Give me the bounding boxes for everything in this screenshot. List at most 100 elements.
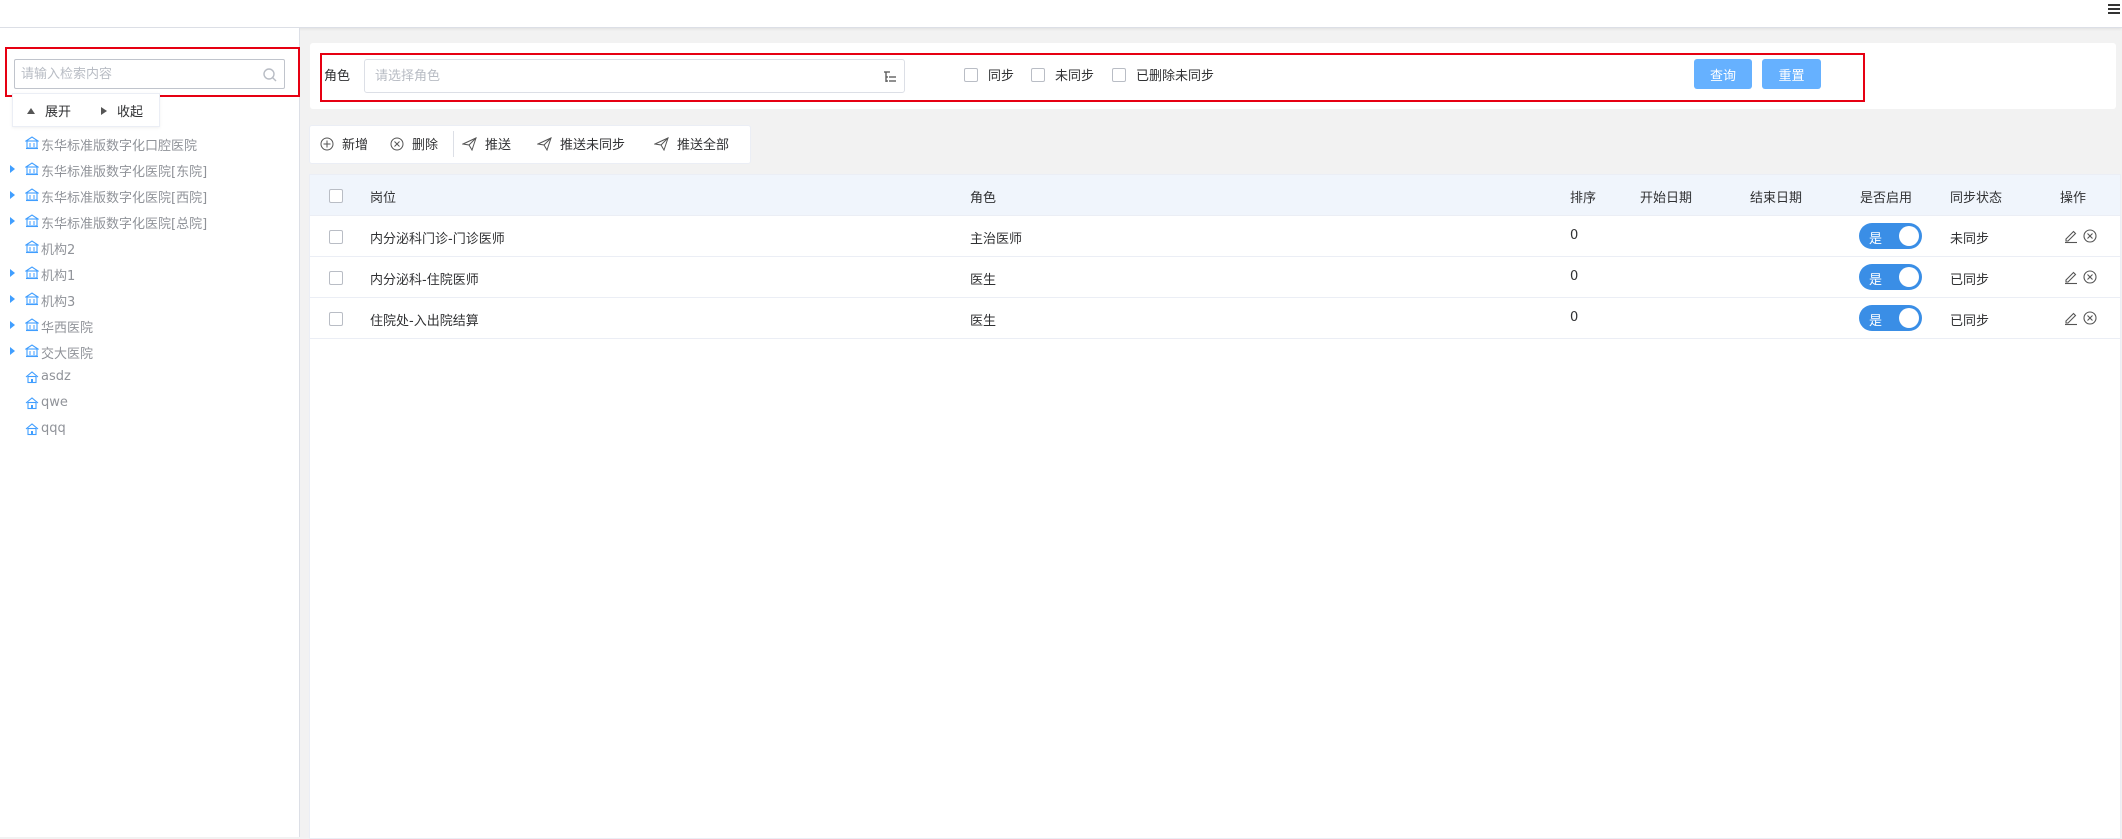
switch-knob: [1899, 308, 1919, 328]
expand-arrow-icon[interactable]: [10, 295, 15, 303]
role-select-input[interactable]: [365, 60, 865, 92]
role-cell: 主治医师: [970, 232, 1023, 247]
tree-node-label: 交大医院: [41, 347, 94, 362]
tree-node-label: asdz: [41, 369, 71, 384]
column-header-end-date: 结束日期: [1750, 191, 1803, 206]
tree-list-icon[interactable]: [882, 69, 898, 85]
tree-node[interactable]: 机构1: [0, 260, 290, 286]
role-cell: 医生: [970, 314, 997, 329]
push-button[interactable]: 推送: [462, 134, 511, 153]
expand-label: 展开: [45, 105, 72, 120]
column-header-actions: 操作: [2060, 191, 2087, 206]
table-row[interactable]: 内分泌科门诊-门诊医师 主治医师 0 是 未同步: [310, 216, 2120, 257]
order-cell: 0: [1570, 269, 1579, 284]
switch-text: 是: [1869, 314, 1883, 329]
unsynced-checkbox[interactable]: 未同步: [1031, 65, 1094, 84]
tree-node-label: qqq: [41, 421, 66, 436]
building-icon: [25, 318, 39, 332]
expand-arrow-icon[interactable]: [10, 347, 15, 355]
send-icon: [537, 136, 552, 151]
push-unsynced-label: 推送未同步: [560, 138, 626, 153]
row-checkbox[interactable]: [329, 230, 343, 244]
synced-checkbox[interactable]: 同步: [964, 65, 1014, 84]
push-all-label: 推送全部: [677, 138, 730, 153]
building-icon: [25, 188, 39, 202]
building-icon: [25, 266, 39, 280]
collapse-label: 收起: [117, 105, 144, 120]
checkbox-label: 未同步: [1055, 69, 1095, 84]
building-icon: [25, 136, 39, 150]
action-toolbar: 新增 删除 推送 推送未同步 推送全部: [309, 125, 751, 164]
sync-status-cell: 未同步: [1950, 232, 1990, 247]
add-button[interactable]: 新增: [320, 134, 368, 153]
tree-node-label: 东华标准版数字化口腔医院: [41, 139, 198, 154]
expand-arrow-icon[interactable]: [10, 191, 15, 199]
enabled-switch[interactable]: 是: [1859, 305, 1922, 331]
tree-node[interactable]: 华西医院: [0, 312, 290, 338]
table-row[interactable]: 住院处-入出院结算 医生 0 是 已同步: [310, 298, 2120, 339]
house-icon: [25, 371, 39, 384]
tree-node[interactable]: 机构3: [0, 286, 290, 312]
role-select[interactable]: [364, 59, 905, 93]
row-checkbox[interactable]: [329, 271, 343, 285]
tree-node-label: 东华标准版数字化医院[西院]: [41, 191, 208, 206]
expand-arrow-icon[interactable]: [10, 217, 15, 225]
house-icon: [25, 423, 39, 436]
push-all-button[interactable]: 推送全部: [654, 134, 729, 153]
expand-arrow-icon[interactable]: [10, 321, 15, 329]
post-table: 岗位 角色 排序 开始日期 结束日期 是否启用 同步状态 操作 内分泌科门诊-门…: [309, 174, 2121, 839]
reset-button[interactable]: 重置: [1762, 59, 1821, 89]
role-cell: 医生: [970, 273, 997, 288]
tree-node[interactable]: 东华标准版数字化医院[西院]: [0, 182, 290, 208]
tree-node[interactable]: 机构2: [0, 234, 290, 260]
plus-circle-icon: [320, 137, 334, 150]
close-circle-icon: [390, 137, 404, 150]
tree-search-box: [14, 59, 285, 89]
deleted-unsynced-checkbox[interactable]: 已删除未同步: [1112, 65, 1214, 84]
tree-node[interactable]: qqq: [0, 416, 290, 442]
tree-node[interactable]: 交大医院: [0, 338, 290, 364]
edit-icon[interactable]: [2063, 228, 2079, 244]
delete-circle-icon[interactable]: [2082, 269, 2098, 285]
top-bar: [0, 0, 2122, 28]
building-icon: [25, 162, 39, 176]
switch-text: 是: [1869, 232, 1883, 247]
push-label: 推送: [485, 138, 512, 153]
checkbox-box: [1031, 67, 1045, 82]
expand-arrow-icon[interactable]: [10, 269, 15, 277]
checkbox-label: 已删除未同步: [1136, 69, 1215, 84]
tree-node[interactable]: asdz: [0, 364, 290, 390]
enabled-switch[interactable]: 是: [1859, 223, 1922, 249]
delete-circle-icon[interactable]: [2082, 228, 2098, 244]
hamburger-menu-icon[interactable]: [2108, 2, 2120, 16]
push-unsynced-button[interactable]: 推送未同步: [537, 134, 625, 153]
building-icon: [25, 292, 39, 306]
enabled-switch[interactable]: 是: [1859, 264, 1922, 290]
select-all-checkbox[interactable]: [329, 189, 343, 203]
tree-node[interactable]: 东华标准版数字化医院[东院]: [0, 156, 290, 182]
tree-node[interactable]: qwe: [0, 390, 290, 416]
delete-circle-icon[interactable]: [2082, 310, 2098, 326]
sync-status-cell: 已同步: [1950, 273, 1990, 288]
query-button[interactable]: 查询: [1694, 59, 1752, 89]
delete-button[interactable]: 删除: [390, 134, 438, 153]
house-icon: [25, 397, 39, 410]
switch-knob: [1899, 226, 1919, 246]
tree-search-input[interactable]: [15, 60, 267, 88]
search-icon[interactable]: [262, 67, 278, 83]
expand-arrow-icon[interactable]: [10, 165, 15, 173]
tree-node[interactable]: 东华标准版数字化口腔医院: [0, 130, 290, 156]
row-checkbox[interactable]: [329, 312, 343, 326]
tree-node[interactable]: 东华标准版数字化医院[总院]: [0, 208, 290, 234]
switch-text: 是: [1869, 273, 1883, 288]
column-header-start-date: 开始日期: [1640, 191, 1693, 206]
role-filter-label: 角色: [324, 69, 351, 84]
table-row[interactable]: 内分泌科-住院医师 医生 0 是 已同步: [310, 257, 2120, 298]
column-header-sync-status: 同步状态: [1950, 191, 2003, 206]
send-icon: [654, 136, 669, 151]
post-cell: 内分泌科-住院医师: [370, 273, 479, 288]
edit-icon[interactable]: [2063, 269, 2079, 285]
collapse-all-button[interactable]: 收起: [101, 101, 143, 120]
expand-all-button[interactable]: 展开: [27, 101, 71, 120]
edit-icon[interactable]: [2063, 310, 2079, 326]
